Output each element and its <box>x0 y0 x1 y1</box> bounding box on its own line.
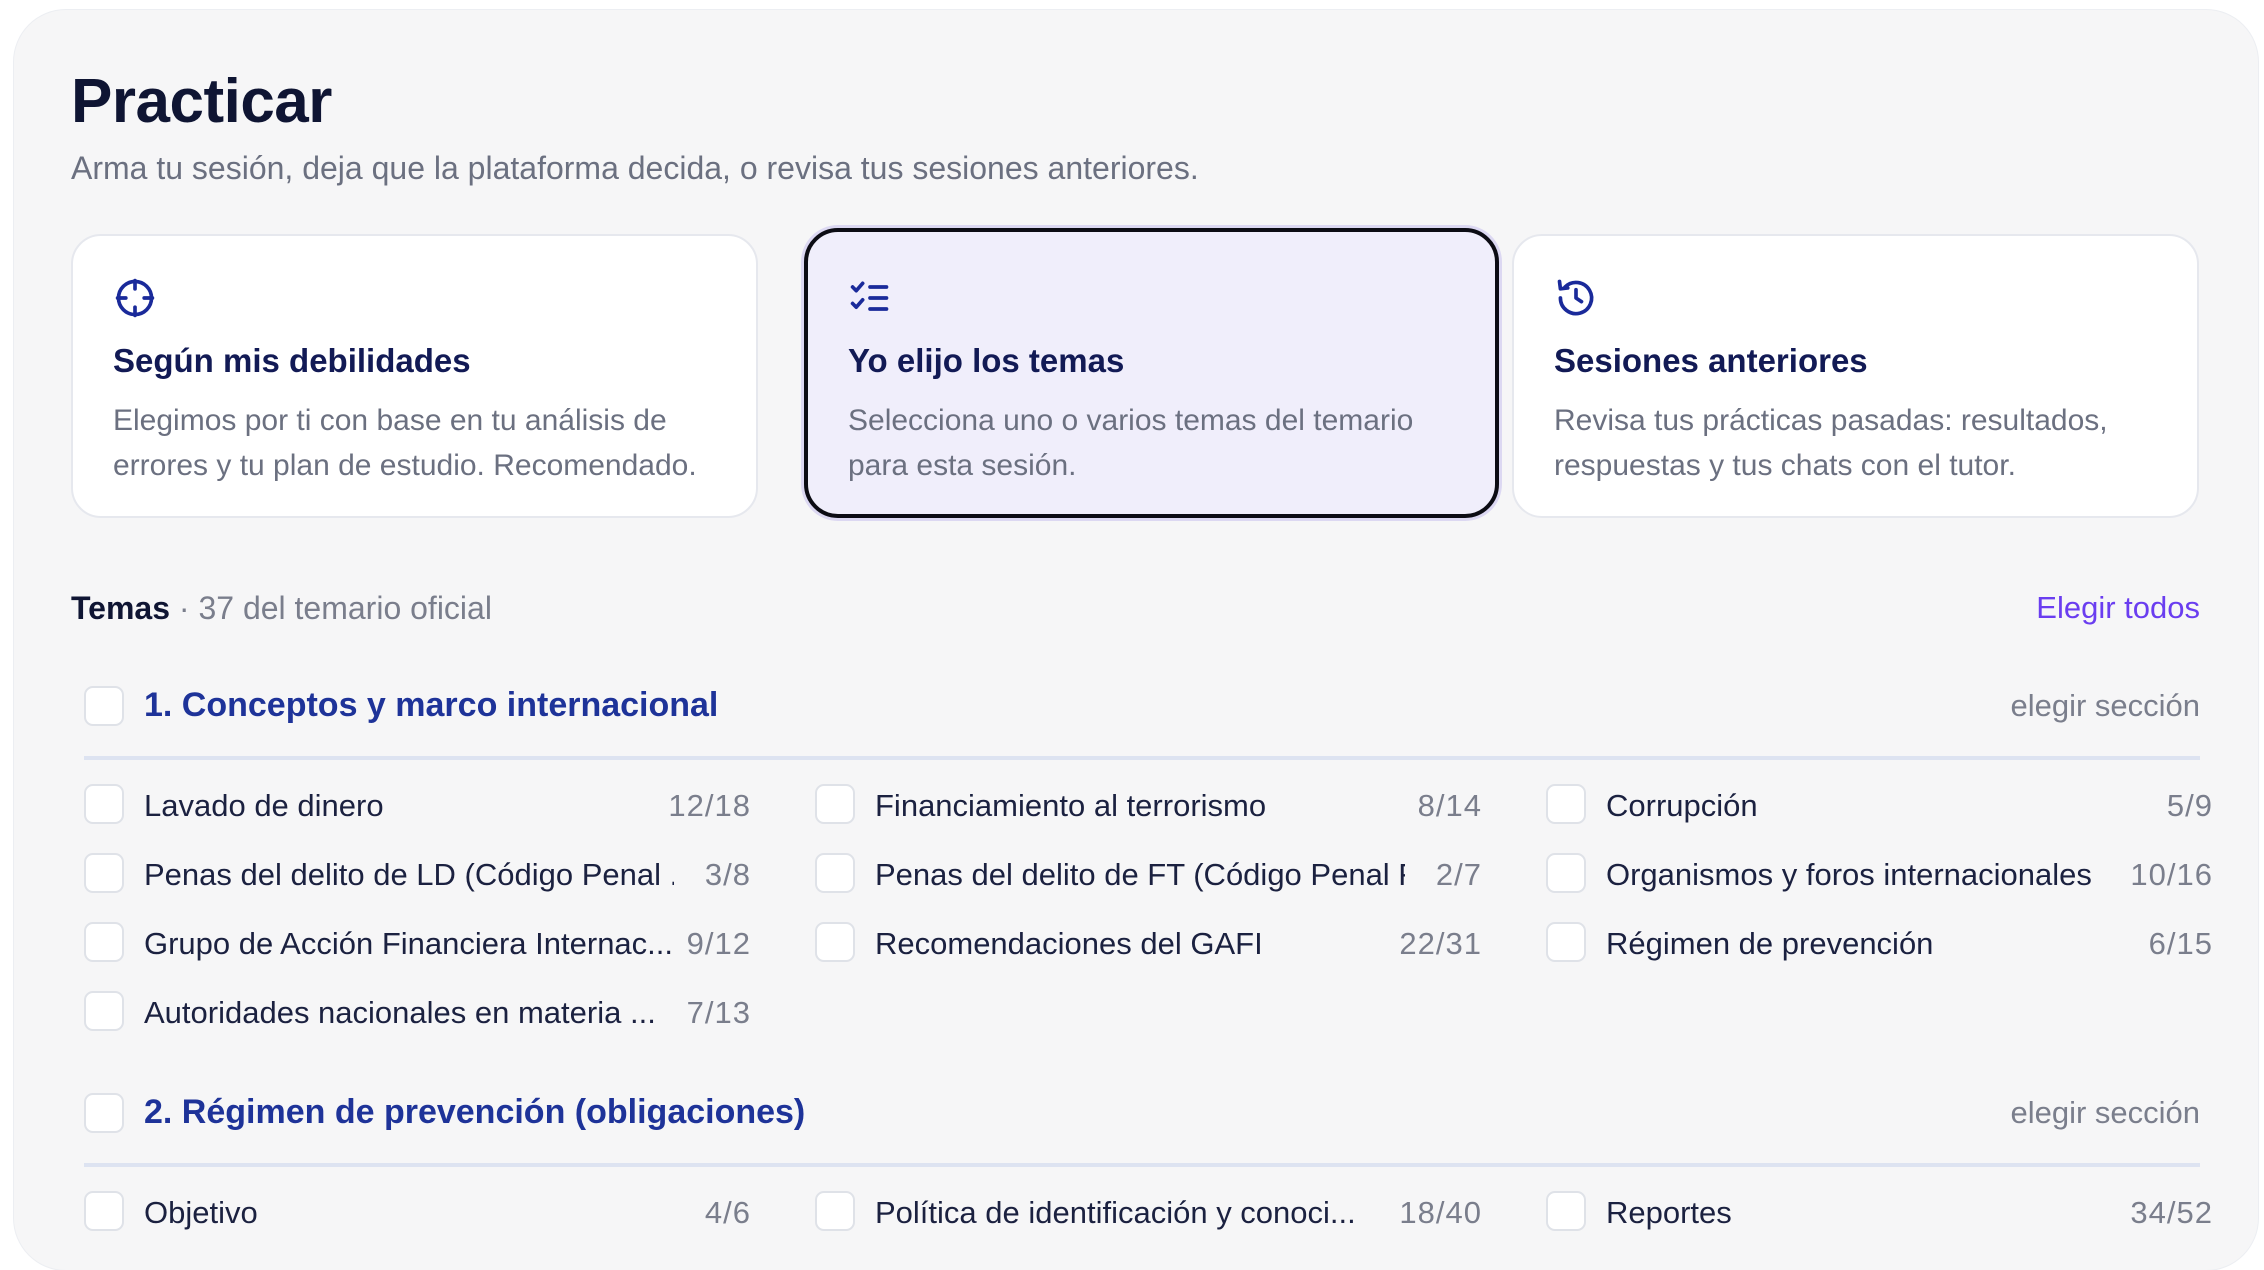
topics-count: · 37 del temario oficial <box>170 590 492 626</box>
topic-score: 18/40 <box>1399 1195 1482 1230</box>
mode-card-description: Revisa tus prácticas pasadas: resultados… <box>1554 404 2108 482</box>
topic-section: 2. Régimen de prevención (obligaciones) … <box>71 1083 2212 1270</box>
mode-card-choose-topics[interactable]: Yo elijo los temas Selecciona uno o vari… <box>804 228 1499 518</box>
topic-checkbox[interactable] <box>1546 853 1586 893</box>
mode-card-title: Según mis debilidades <box>113 342 471 379</box>
topic-checkbox[interactable] <box>84 853 124 893</box>
section-title: 2. Régimen de prevención (obligaciones) <box>144 1093 806 1131</box>
topic-checkbox[interactable] <box>84 991 124 1031</box>
topic-checkbox[interactable] <box>1546 1191 1586 1231</box>
topic-checkbox[interactable] <box>815 1191 855 1231</box>
topic-name: Corrupción <box>1606 788 1758 823</box>
topic-name: Recomendaciones del GAFI <box>875 926 1263 961</box>
page-subtitle: Arma tu sesión, deja que la plataforma d… <box>71 150 1199 186</box>
topic-checkbox[interactable] <box>815 922 855 962</box>
topic-item[interactable]: Reportes 34/52 <box>1546 1187 2213 1235</box>
topic-checkbox[interactable] <box>815 853 855 893</box>
topic-score: 8/14 <box>1417 788 1482 823</box>
topics-header: Temas · 37 del temario oficial Elegir to… <box>71 590 2200 634</box>
practice-panel: Practicar Arma tu sesión, deja que la pl… <box>14 10 2258 1270</box>
topic-checkbox[interactable] <box>84 784 124 824</box>
mode-card-past-sessions[interactable]: Sesiones anteriores Revisa tus prácticas… <box>1512 234 2199 518</box>
crosshair-icon <box>115 278 155 318</box>
topic-item[interactable]: Grupo de Acción Financiera Internac... 9… <box>84 918 751 966</box>
section-checkbox[interactable] <box>84 1093 124 1133</box>
topic-name: Autoridades nacionales en materia ... <box>144 995 656 1030</box>
topic-score: 2/7 <box>1435 857 1482 892</box>
select-section-link[interactable]: elegir sección <box>2010 688 2200 724</box>
topic-score: 4/6 <box>704 1195 751 1230</box>
topic-score: 10/16 <box>2130 857 2213 892</box>
mode-card-description: Elegimos por ti con base en tu análisis … <box>113 404 697 482</box>
topic-score: 34/52 <box>2130 1195 2213 1230</box>
topic-checkbox[interactable] <box>84 1191 124 1231</box>
topic-item[interactable]: Organismos y foros internacionales 10/16 <box>1546 849 2213 897</box>
topic-item[interactable]: Política de identificación y conoci... 1… <box>815 1187 1482 1235</box>
history-icon <box>1557 279 1594 316</box>
mode-card-title: Yo elijo los temas <box>848 342 1125 379</box>
page-title: Practicar <box>71 67 332 136</box>
topic-name: Penas del delito de LD (Código Penal ... <box>144 857 674 892</box>
topic-score: 9/12 <box>686 926 751 961</box>
topic-score: 12/18 <box>668 788 751 823</box>
topic-checkbox[interactable] <box>1546 784 1586 824</box>
section-header: 1. Conceptos y marco internacional elegi… <box>71 676 2200 736</box>
topic-name: Lavado de dinero <box>144 788 384 823</box>
section-title: 1. Conceptos y marco internacional <box>144 686 719 724</box>
topic-item[interactable]: Recomendaciones del GAFI 22/31 <box>815 918 1482 966</box>
topic-item[interactable]: Régimen de prevención 6/15 <box>1546 918 2213 966</box>
topic-name: Financiamiento al terrorismo <box>875 788 1267 823</box>
section-header: 2. Régimen de prevención (obligaciones) … <box>71 1083 2200 1143</box>
topic-item[interactable]: Penas del delito de LD (Código Penal ...… <box>84 849 751 897</box>
mode-card-weaknesses[interactable]: Según mis debilidades Elegimos por ti co… <box>71 234 758 518</box>
topic-name: Grupo de Acción Financiera Internac... <box>144 926 674 961</box>
topic-checkbox[interactable] <box>815 784 855 824</box>
select-all-link[interactable]: Elegir todos <box>2036 590 2200 626</box>
topic-score: 22/31 <box>1399 926 1482 961</box>
section-divider <box>84 756 2200 760</box>
topic-name: Régimen de prevención <box>1606 926 1934 961</box>
topic-item[interactable]: Lavado de dinero 12/18 <box>84 780 751 828</box>
topic-checkbox[interactable] <box>84 922 124 962</box>
topic-name: Penas del delito de FT (Código Penal F..… <box>875 857 1405 892</box>
topic-score: 6/15 <box>2148 926 2213 961</box>
topic-checkbox[interactable] <box>1546 922 1586 962</box>
topic-name: Política de identificación y conoci... <box>875 1195 1356 1230</box>
select-section-link[interactable]: elegir sección <box>2010 1095 2200 1131</box>
topic-name: Reportes <box>1606 1195 1732 1230</box>
topic-item[interactable]: Objetivo 4/6 <box>84 1187 751 1235</box>
mode-cards: Según mis debilidades Elegimos por ti co… <box>71 228 2200 528</box>
topic-section: 1. Conceptos y marco internacional elegi… <box>71 676 2212 1056</box>
topic-item[interactable]: Financiamiento al terrorismo 8/14 <box>815 780 1482 828</box>
topic-score: 5/9 <box>2166 788 2213 823</box>
section-divider <box>84 1163 2200 1167</box>
topic-item[interactable]: Autoridades nacionales en materia ... 7/… <box>84 987 751 1035</box>
topic-name: Objetivo <box>144 1195 258 1230</box>
topic-item[interactable]: Penas del delito de FT (Código Penal F..… <box>815 849 1482 897</box>
topic-item[interactable]: Corrupción 5/9 <box>1546 780 2213 828</box>
checklist-icon <box>850 281 889 311</box>
topic-score: 3/8 <box>704 857 751 892</box>
section-checkbox[interactable] <box>84 686 124 726</box>
topic-name: Organismos y foros internacionales <box>1606 857 2092 892</box>
mode-card-title: Sesiones anteriores <box>1554 342 1868 379</box>
topics-label: Temas <box>71 590 171 626</box>
mode-card-description: Selecciona uno o varios temas del temari… <box>848 404 1414 482</box>
topic-score: 7/13 <box>686 995 751 1030</box>
